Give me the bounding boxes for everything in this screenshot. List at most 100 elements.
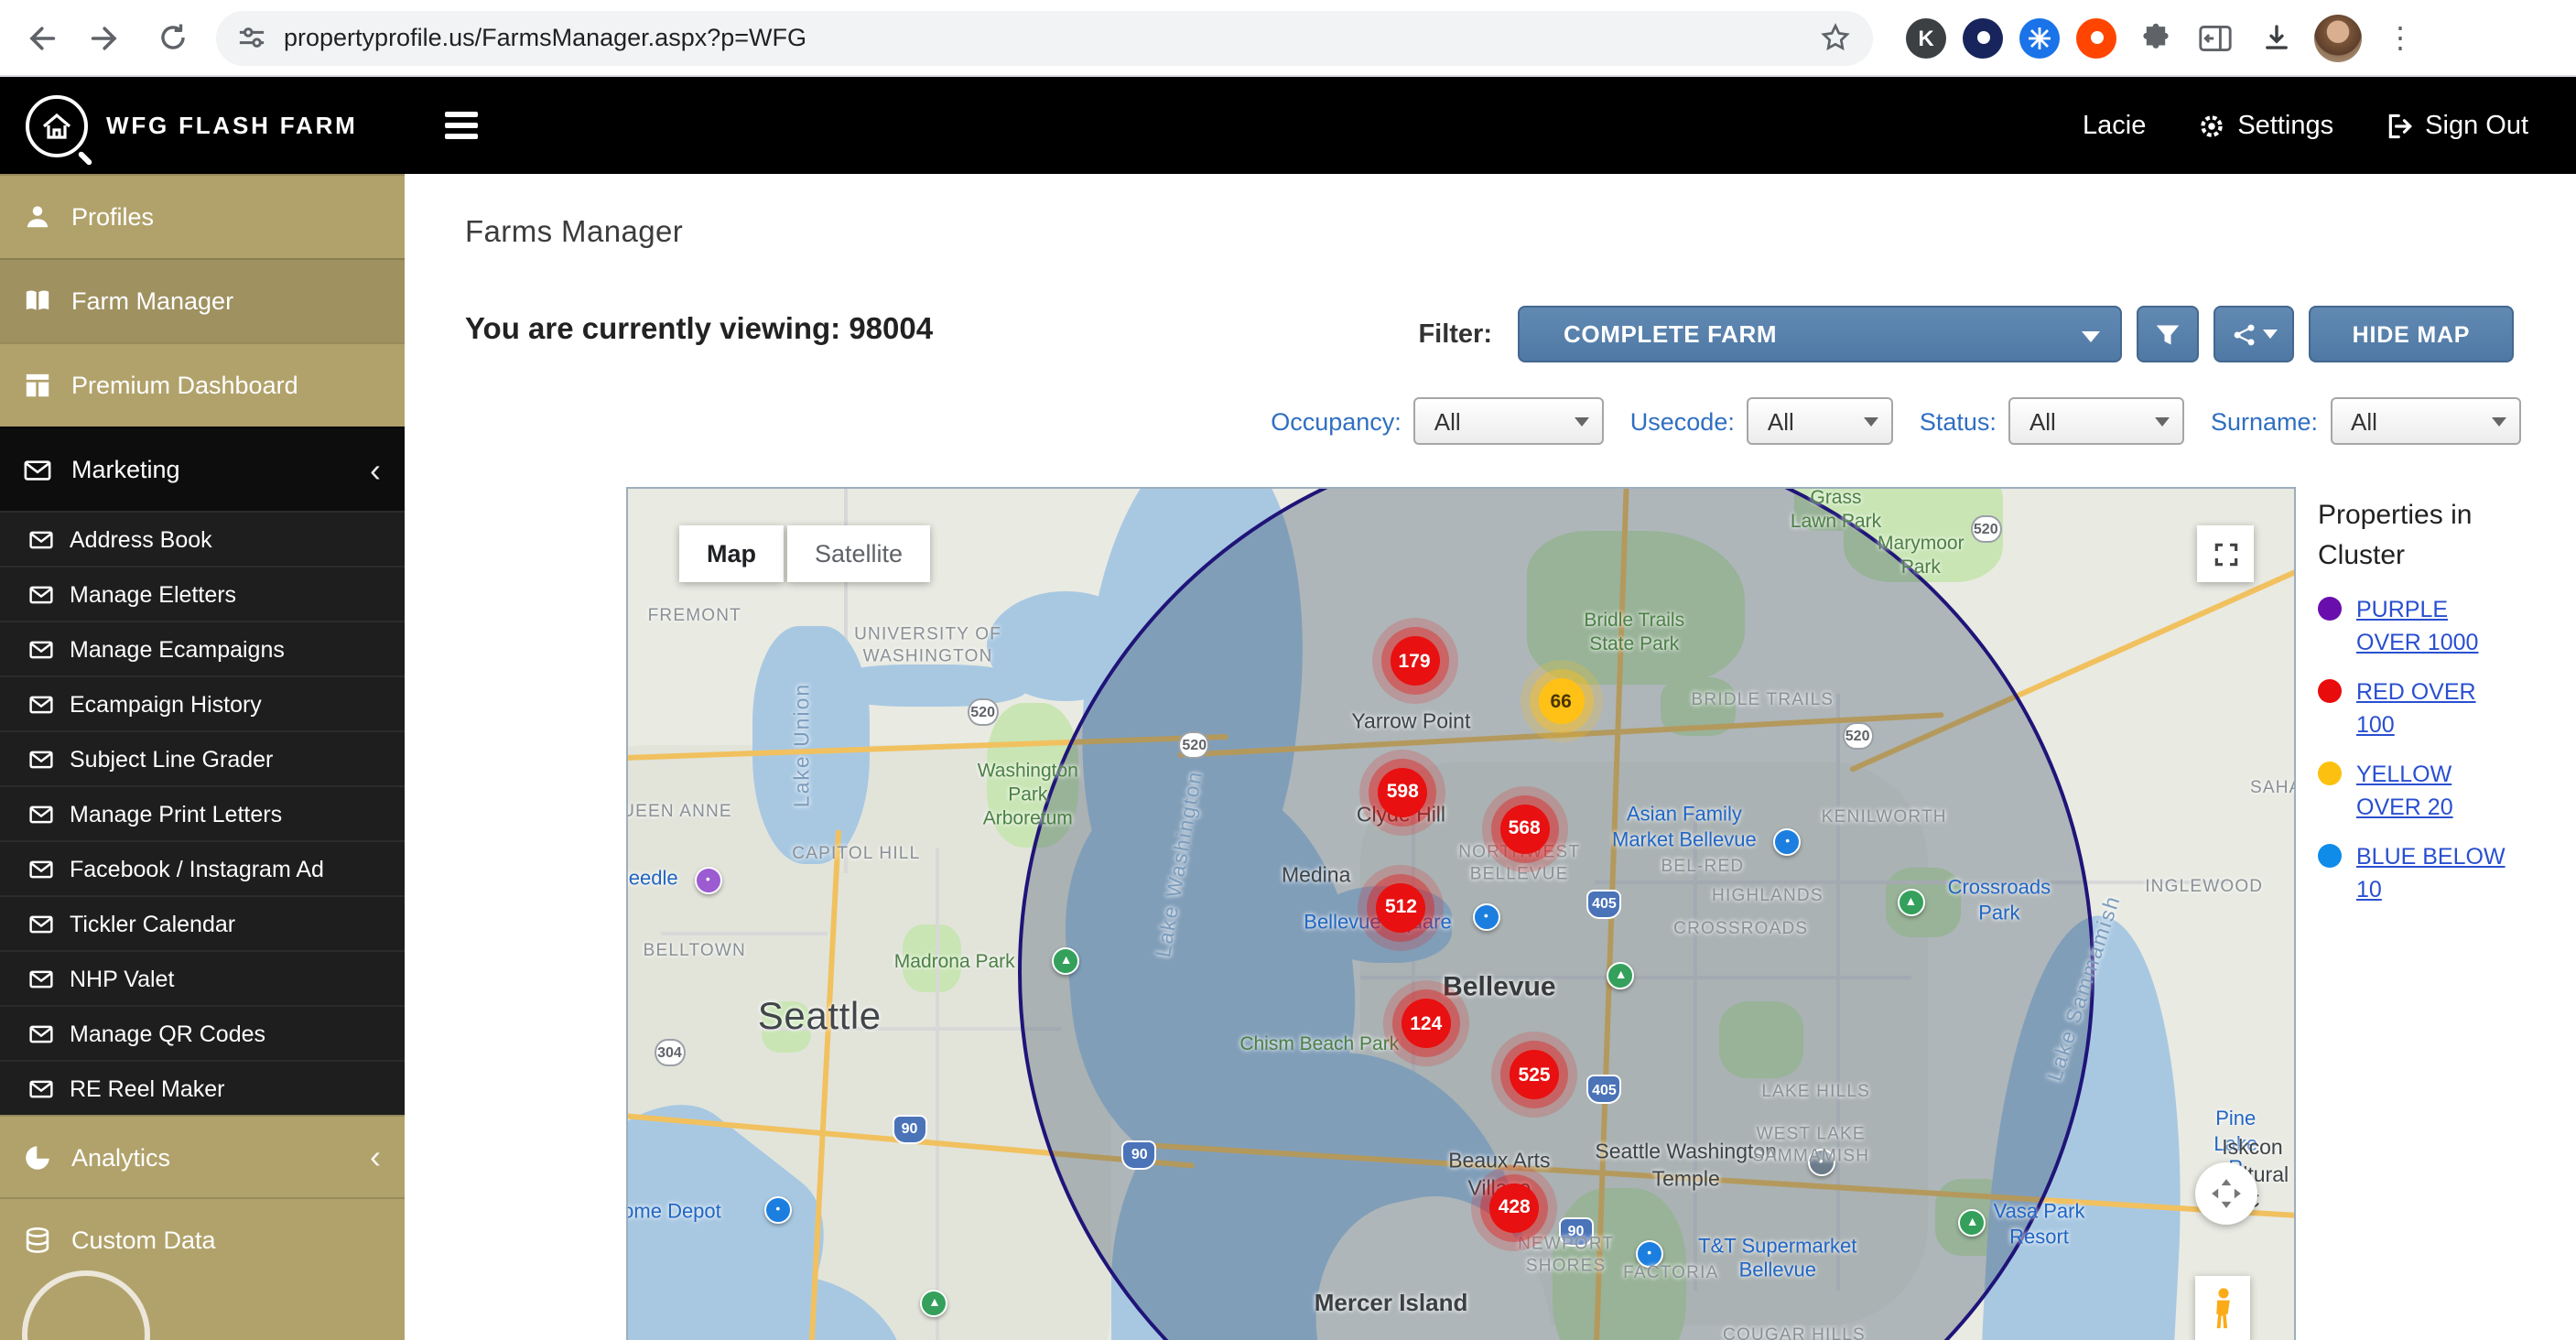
page-title: Farms Manager [465, 216, 683, 251]
extension-k-label: K [1918, 25, 1933, 50]
map-place-label: CROSSROADS [1673, 919, 1808, 941]
extension-k-icon[interactable]: K [1906, 17, 1946, 58]
map-poi-icon[interactable]: ▲ [1897, 889, 1924, 916]
sign-out-button[interactable]: Sign Out [2385, 111, 2528, 140]
sidebar-item-custom-data[interactable]: Custom Data [0, 1197, 405, 1280]
fullscreen-button[interactable] [2197, 525, 2254, 582]
map-place-label: Marymoor Park [1878, 533, 1964, 581]
settings-label: Settings [2237, 111, 2333, 140]
map-poi-icon[interactable]: ▲ [921, 1290, 948, 1317]
sidebar-marketing-item[interactable]: Manage QR Codes [0, 1005, 405, 1060]
legend-item-label: YELLOW OVER 20 [2356, 758, 2514, 825]
filter-select-value: All [1434, 407, 1461, 435]
farm-select[interactable]: COMPLETE FARM [1518, 306, 2122, 362]
extension-navy-icon[interactable] [1963, 17, 2003, 58]
address-bar[interactable]: propertyprofile.us/FarmsManager.aspx?p=W… [216, 10, 1873, 65]
sub-filter-row: Occupancy: All Usecode: All Status: All [1271, 397, 2521, 445]
app-logo[interactable]: WFG FLASH FARM [0, 94, 405, 157]
filter-select[interactable]: All [1748, 397, 1894, 445]
pan-control[interactable] [2195, 1162, 2257, 1225]
extension-snowflake-icon[interactable] [2019, 17, 2060, 58]
sidebar-item-profiles[interactable]: Profiles [0, 174, 405, 258]
pegman-icon [2211, 1285, 2235, 1333]
sidebar-marketing-item-label: Address Book [70, 526, 212, 552]
map-poi-icon[interactable]: ▲ [1607, 961, 1635, 989]
sidebar-marketing-item[interactable]: Tickler Calendar [0, 895, 405, 950]
url-text[interactable]: propertyprofile.us/FarmsManager.aspx?p=W… [284, 24, 1802, 51]
hide-map-button[interactable]: HIDE MAP [2309, 306, 2514, 362]
sidebar-item-farm-manager[interactable]: Farm Manager [0, 258, 405, 342]
reload-button[interactable] [150, 16, 194, 59]
map-cluster-marker[interactable]: 66 [1538, 678, 1584, 724]
map-place-label: Grass Lawn Park [1791, 487, 1881, 535]
map-poi-icon[interactable]: • [1472, 904, 1499, 932]
sidebar-marketing-item-label: Manage Eletters [70, 581, 236, 607]
filter-pair: Usecode: All [1630, 397, 1894, 445]
map-place-label: SAHALEE [2250, 778, 2296, 800]
sidebar-marketing-item[interactable]: Manage Ecampaigns [0, 621, 405, 675]
chevron-down-icon [2082, 331, 2100, 342]
map-cluster-marker[interactable]: 428 [1489, 1183, 1539, 1233]
fullscreen-icon [2211, 539, 2240, 568]
satellite-view-button[interactable]: Satellite [787, 525, 930, 582]
map-poi-icon[interactable]: • [764, 1196, 792, 1224]
filter-select[interactable]: All [1414, 397, 1605, 445]
sidebar-item-label: Custom Data [71, 1226, 216, 1253]
browser-menu-button[interactable]: ⋮ [2378, 19, 2422, 56]
map-poi-icon[interactable]: ▲ [1959, 1209, 1986, 1237]
map-cluster-marker[interactable]: 179 [1390, 636, 1439, 686]
map-place-label: Washington Park Arboretum [978, 760, 1078, 832]
sidebar-item-premium-dashboard[interactable]: Premium Dashboard [0, 342, 405, 427]
menu-toggle-button[interactable] [445, 113, 478, 139]
sidebar-marketing-item[interactable]: Manage Print Letters [0, 785, 405, 840]
street [936, 847, 940, 1340]
map-poi-icon[interactable]: • [694, 868, 721, 895]
map-place-label: Mercer Island [1315, 1289, 1468, 1319]
sidebar-marketing-item[interactable]: Address Book [0, 511, 405, 566]
map-poi-icon[interactable]: • [1774, 829, 1802, 857]
settings-button[interactable]: Settings [2197, 111, 2333, 140]
sidebar-marketing-item-label: Ecampaign History [70, 691, 262, 717]
map-cluster-marker[interactable]: 525 [1510, 1050, 1559, 1099]
sidebar-marketing-item[interactable]: Subject Line Grader [0, 730, 405, 785]
sidebar-marketing-item[interactable]: Facebook / Instagram Ad [0, 840, 405, 895]
filter-select[interactable]: All [2331, 397, 2521, 445]
map-cluster-marker[interactable]: 598 [1378, 768, 1427, 817]
route-shield: 520 [1179, 731, 1210, 759]
map-poi-icon[interactable]: ▲ [1053, 946, 1080, 974]
extension-red-icon[interactable] [2076, 17, 2116, 58]
filter-select[interactable]: All [2009, 397, 2185, 445]
side-panel-icon [2199, 23, 2232, 52]
map-cluster-marker[interactable]: 512 [1376, 883, 1425, 933]
sidebar-marketing-item-label: Manage Ecampaigns [70, 636, 285, 662]
map-place-label: KENILWORTH [1822, 807, 1947, 829]
user-name[interactable]: Lacie [2083, 111, 2146, 140]
extensions-puzzle-button[interactable] [2133, 16, 2177, 59]
sidebar-marketing-item[interactable]: Ecampaign History [0, 675, 405, 730]
downloads-button[interactable] [2254, 16, 2298, 59]
sidebar-marketing-item[interactable]: RE Reel Maker [0, 1060, 405, 1115]
map-canvas[interactable]: 520520520520405405909090304 ▲▲▲▲▲•••••• … [626, 487, 2296, 1340]
browser-profile-avatar[interactable] [2314, 14, 2362, 61]
map-cluster-marker[interactable]: 568 [1499, 805, 1549, 854]
map-view-button[interactable]: Map [679, 525, 784, 582]
bookmark-star-icon[interactable] [1820, 22, 1851, 53]
sidebar-item-marketing[interactable]: Marketing ‹ [0, 427, 405, 511]
forward-button[interactable] [84, 16, 128, 59]
back-button[interactable] [18, 16, 62, 59]
sidebar-marketing-item-label: NHP Valet [70, 966, 174, 991]
sidebar-item-analytics[interactable]: Analytics ‹ [0, 1115, 405, 1197]
share-button[interactable] [2213, 306, 2294, 362]
farm-select-value: COMPLETE FARM [1564, 320, 1777, 348]
sidebar-item-label: Farm Manager [71, 287, 233, 315]
filter-button[interactable] [2137, 306, 2199, 362]
pegman-control[interactable] [2195, 1276, 2250, 1340]
sidebar-marketing-item[interactable]: NHP Valet [0, 950, 405, 1005]
sidebar-marketing-item[interactable]: Manage Eletters [0, 566, 405, 621]
side-panel-button[interactable] [2193, 16, 2237, 59]
user-avatar[interactable] [22, 1270, 150, 1340]
map-place-label: BRIDLE TRAILS [1692, 690, 1835, 712]
map-cluster-marker[interactable]: 124 [1402, 999, 1451, 1048]
puzzle-icon [2139, 22, 2170, 53]
sign-out-label: Sign Out [2425, 111, 2528, 140]
